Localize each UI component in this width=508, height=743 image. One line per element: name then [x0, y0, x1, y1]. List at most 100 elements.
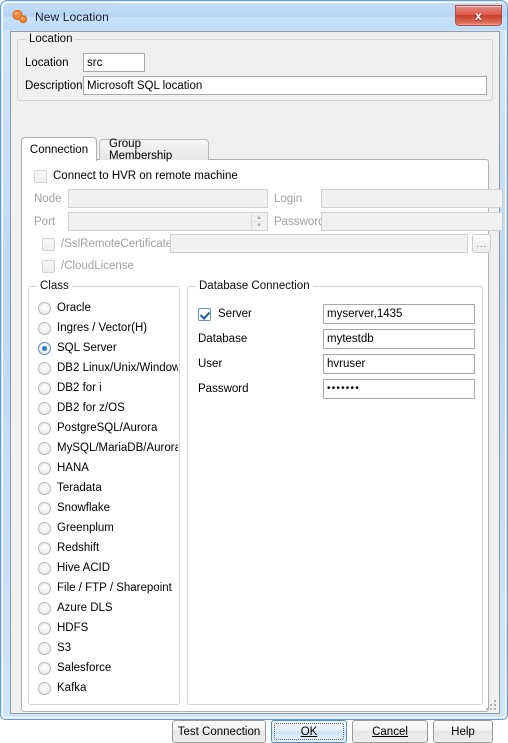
- db-password-input[interactable]: •••••••: [323, 379, 475, 399]
- class-option-db2-for-z-os[interactable]: DB2 for z/OS: [30, 399, 178, 419]
- class-groupbox-title: Class: [37, 280, 72, 292]
- radio-icon[interactable]: [38, 342, 51, 355]
- tab-group-membership[interactable]: Group Membership: [99, 138, 209, 162]
- class-option-label: S3: [57, 642, 72, 654]
- ssl-remote-certificate-input[interactable]: [170, 234, 468, 253]
- class-option-hana[interactable]: HANA: [30, 459, 178, 479]
- class-option-greenplum[interactable]: Greenplum: [30, 519, 178, 539]
- tab-group-membership-label: Group Membership: [109, 138, 173, 162]
- location-input-value: src: [87, 56, 103, 69]
- radio-icon[interactable]: [38, 602, 51, 615]
- class-option-db2-for-i[interactable]: DB2 for i: [30, 379, 178, 399]
- server-checkbox[interactable]: [198, 308, 211, 321]
- class-option-salesforce[interactable]: Salesforce: [30, 659, 178, 679]
- port-input[interactable]: ▲ ▼: [68, 212, 268, 231]
- test-connection-button[interactable]: Test Connection: [172, 720, 266, 743]
- login-input[interactable]: [321, 189, 503, 208]
- remote-password-input[interactable]: [321, 212, 503, 231]
- server-label: Server: [218, 308, 252, 320]
- resize-grip[interactable]: [484, 698, 496, 710]
- class-option-redshift[interactable]: Redshift: [30, 539, 178, 559]
- description-input[interactable]: Microsoft SQL location: [83, 76, 487, 95]
- dialog-client-area: Location Location src Description Micros…: [10, 31, 503, 743]
- user-input[interactable]: hvruser: [323, 354, 475, 374]
- location-input[interactable]: src: [83, 53, 145, 72]
- class-option-oracle[interactable]: Oracle: [30, 299, 178, 319]
- port-spinner-up-icon[interactable]: ▲: [252, 214, 266, 222]
- class-option-label: HANA: [57, 462, 89, 474]
- class-option-label: Hive ACID: [57, 562, 111, 574]
- class-option-file-ftp-sharepoint[interactable]: File / FTP / Sharepoint: [30, 579, 178, 599]
- class-radio-list[interactable]: Oracle Ingres / Vector(H) SQL Server DB2 Li…: [30, 296, 178, 703]
- class-option-label: Azure DLS: [57, 602, 113, 614]
- help-label: Help: [451, 725, 475, 738]
- class-option-mysql-mariadb-aurora[interactable]: MySQL/MariaDB/Aurora: [30, 439, 178, 459]
- cloud-license-checkbox[interactable]: [42, 260, 55, 273]
- radio-icon[interactable]: [38, 502, 51, 515]
- radio-icon[interactable]: [38, 582, 51, 595]
- help-button[interactable]: Help: [433, 720, 493, 743]
- class-option-sql-server[interactable]: SQL Server: [30, 339, 178, 359]
- radio-icon[interactable]: [38, 482, 51, 495]
- radio-icon[interactable]: [38, 422, 51, 435]
- radio-icon[interactable]: [38, 562, 51, 575]
- database-input[interactable]: mytestdb: [323, 329, 475, 349]
- port-label: Port: [34, 216, 56, 228]
- radio-icon[interactable]: [38, 302, 51, 315]
- radio-icon[interactable]: [38, 642, 51, 655]
- ok-button[interactable]: OK: [271, 720, 347, 743]
- server-input-value: myserver,1435: [327, 308, 403, 320]
- connection-tab-panel: Connect to HVR on remote machine Node Lo…: [21, 159, 503, 712]
- tab-connection[interactable]: Connection: [21, 137, 97, 161]
- radio-icon[interactable]: [38, 622, 51, 635]
- class-option-ingres-vector-h[interactable]: Ingres / Vector(H): [30, 319, 178, 339]
- class-option-hdfs[interactable]: HDFS: [30, 619, 178, 639]
- port-spinner-down-icon[interactable]: ▼: [252, 222, 266, 229]
- test-connection-label: Test Connection: [177, 725, 261, 738]
- class-option-postgresql-aurora[interactable]: PostgreSQL/Aurora: [30, 419, 178, 439]
- remote-password-label: Password: [274, 216, 325, 228]
- connect-remote-label: Connect to HVR on remote machine: [53, 170, 238, 182]
- db-password-label: Password: [198, 383, 249, 395]
- radio-icon[interactable]: [38, 662, 51, 675]
- radio-icon[interactable]: [38, 462, 51, 475]
- server-input[interactable]: myserver,1435: [323, 304, 475, 324]
- radio-icon[interactable]: [38, 322, 51, 335]
- close-button[interactable]: x: [455, 5, 502, 26]
- class-option-db2-linux-unix-windows[interactable]: DB2 Linux/Unix/Windows: [30, 359, 178, 379]
- class-option-snowflake[interactable]: Snowflake: [30, 499, 178, 519]
- ssl-remote-certificate-checkbox[interactable]: [42, 238, 55, 251]
- ssl-browse-button[interactable]: ...: [472, 234, 491, 253]
- db-password-value: •••••••: [327, 383, 360, 394]
- database-connection-groupbox-title: Database Connection: [196, 280, 313, 292]
- description-label: Description: [25, 80, 83, 92]
- class-option-s3[interactable]: S3: [30, 639, 178, 659]
- class-option-kafka[interactable]: Kafka: [30, 679, 178, 699]
- radio-icon[interactable]: [38, 362, 51, 375]
- node-input[interactable]: [68, 189, 268, 208]
- radio-icon[interactable]: [38, 442, 51, 455]
- class-option-label: Oracle: [57, 302, 91, 314]
- window-title: New Location: [35, 9, 109, 24]
- dialog-window: New Location x Location Location src Des…: [0, 0, 508, 743]
- class-option-label: Snowflake: [57, 502, 111, 514]
- database-input-value: mytestdb: [327, 333, 374, 345]
- port-spinner[interactable]: ▲ ▼: [251, 214, 266, 229]
- class-option-teradata[interactable]: Teradata: [30, 479, 178, 499]
- radio-icon[interactable]: [38, 682, 51, 695]
- location-groupbox-title: Location: [26, 33, 76, 45]
- radio-icon[interactable]: [38, 542, 51, 555]
- class-option-label: PostgreSQL/Aurora: [57, 422, 158, 434]
- class-option-hive-acid[interactable]: Hive ACID: [30, 559, 178, 579]
- cancel-button[interactable]: Cancel: [352, 720, 428, 743]
- class-option-label: DB2 for i: [57, 382, 102, 394]
- cloud-license-label: /CloudLicense: [61, 260, 134, 272]
- location-spheres-icon: [11, 9, 29, 25]
- user-label: User: [198, 358, 223, 370]
- class-option-azure-dls[interactable]: Azure DLS: [30, 599, 178, 619]
- radio-icon[interactable]: [38, 522, 51, 535]
- connect-remote-checkbox[interactable]: [34, 170, 47, 183]
- radio-icon[interactable]: [38, 382, 51, 395]
- ssl-browse-label: ...: [476, 237, 487, 250]
- radio-icon[interactable]: [38, 402, 51, 415]
